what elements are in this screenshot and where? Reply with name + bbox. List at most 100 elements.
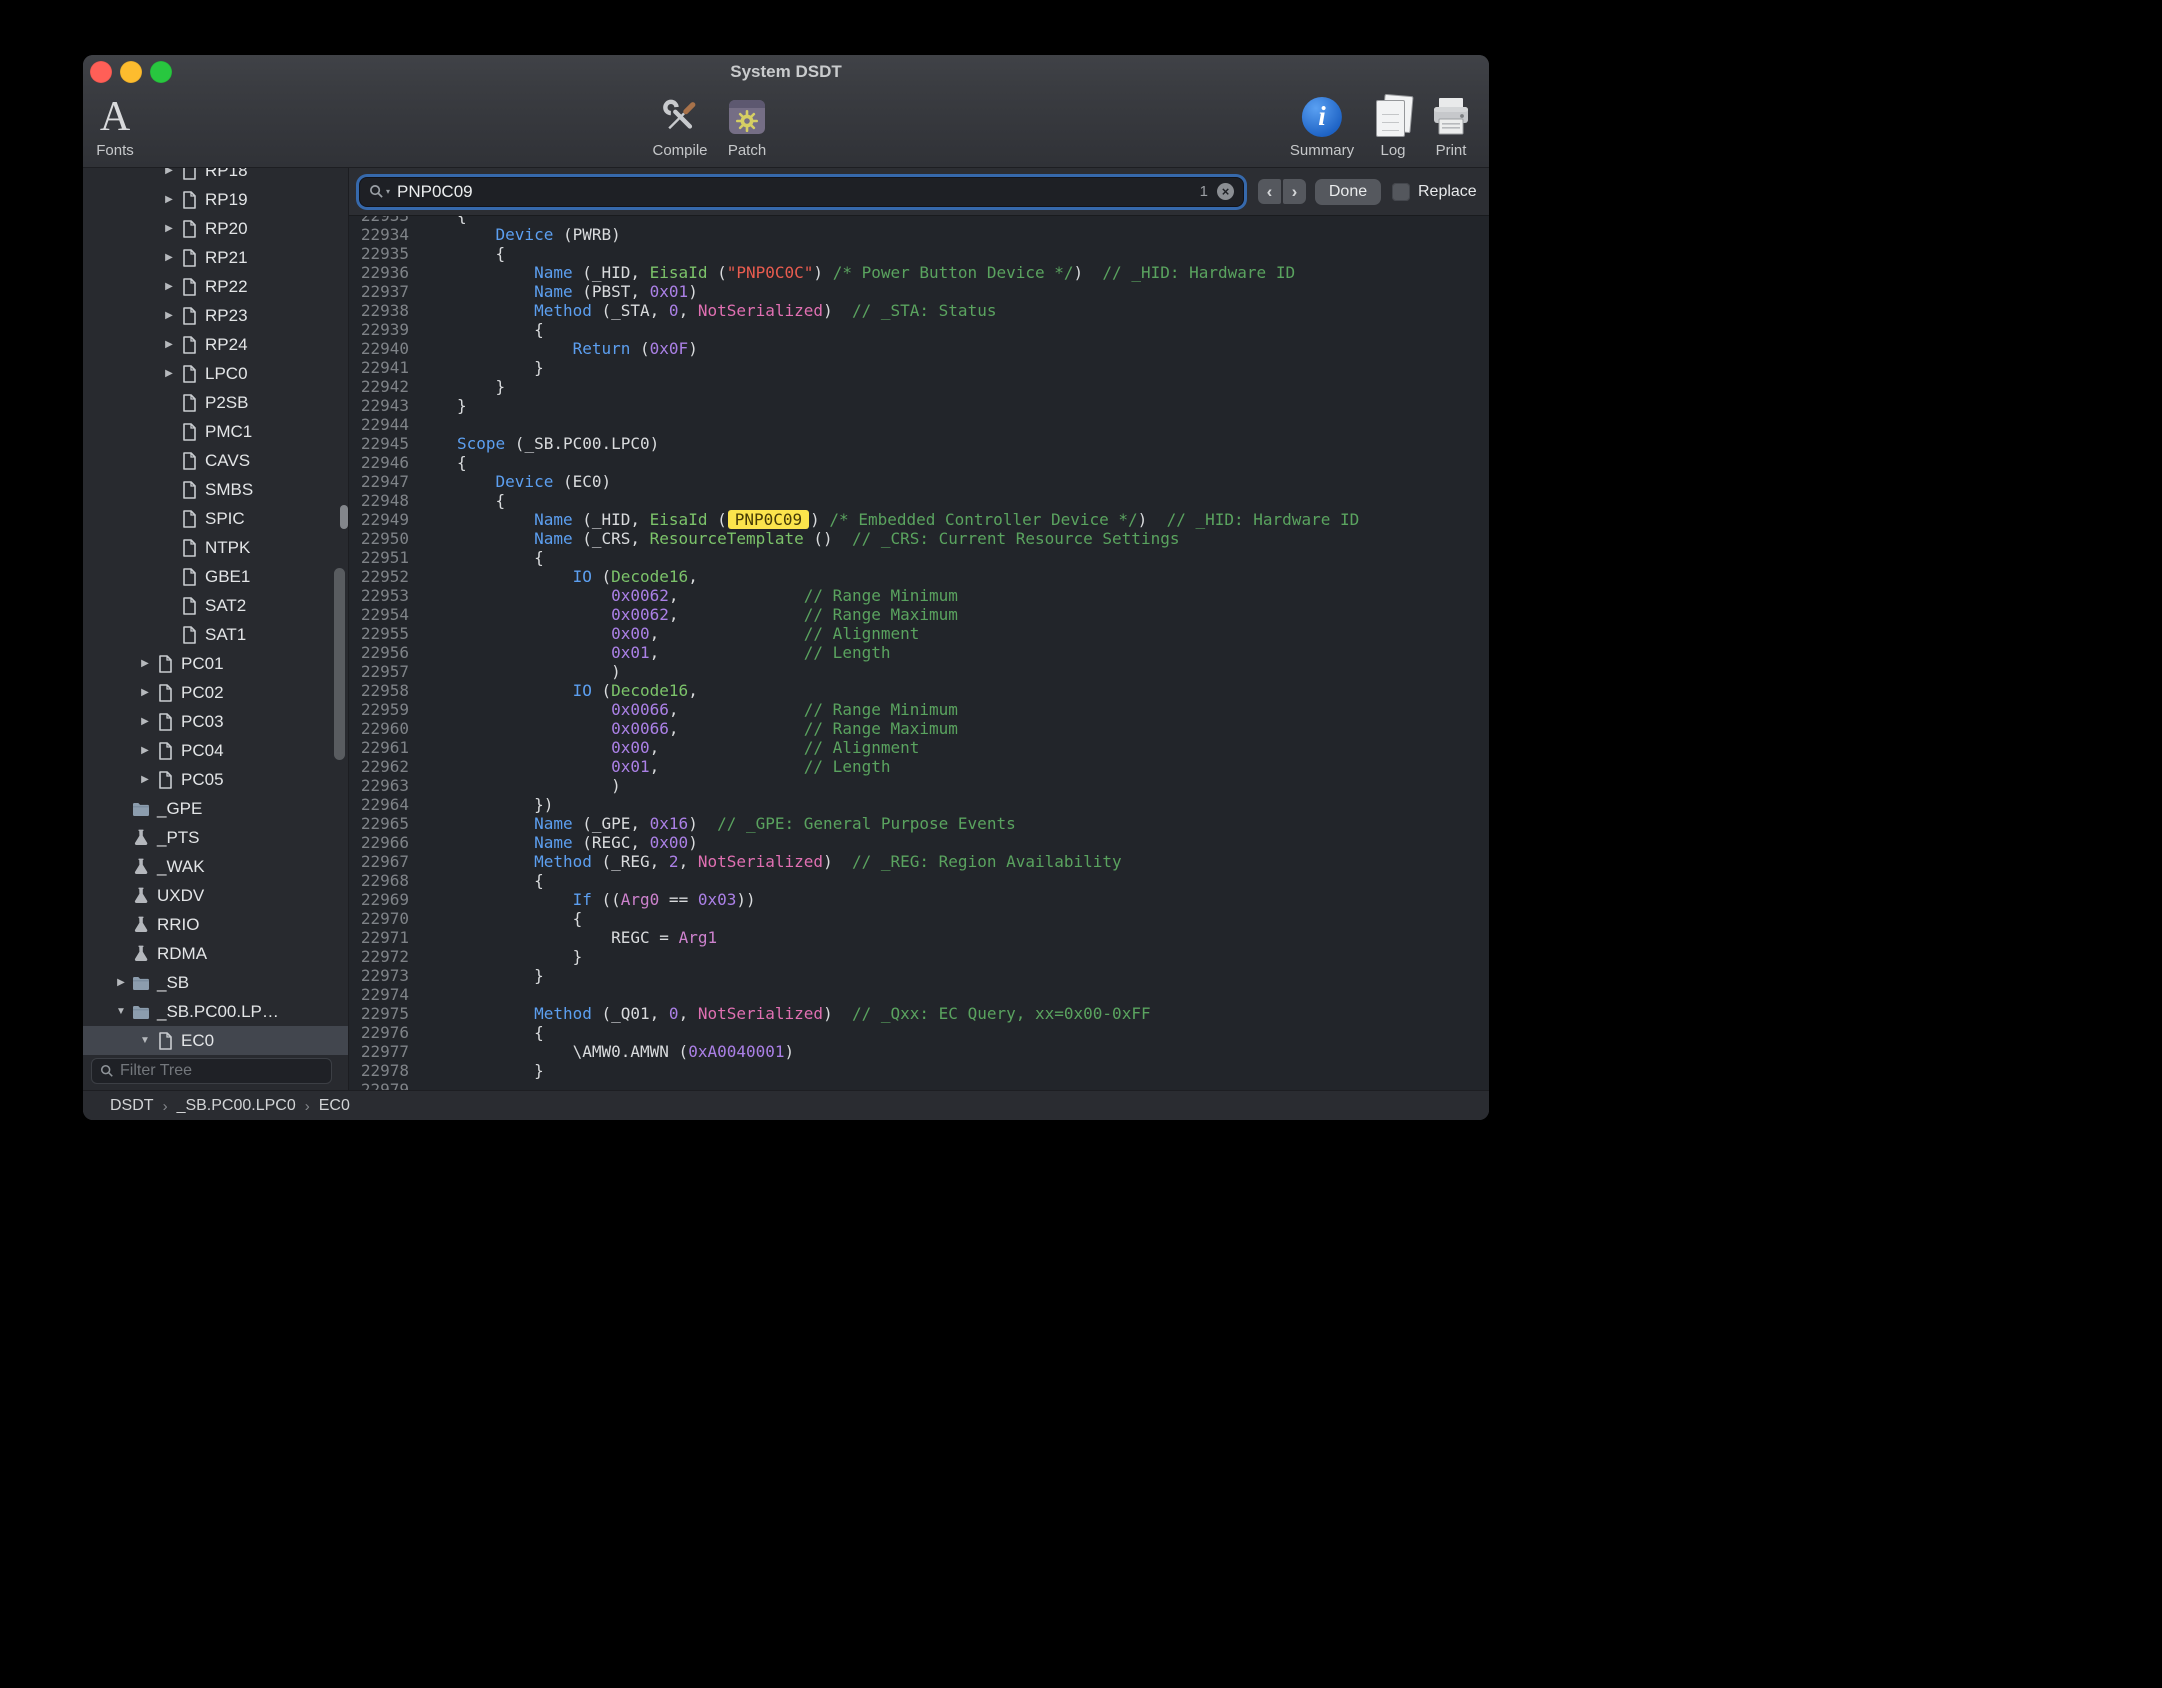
doc-icon [179, 365, 199, 383]
sidebar-item-pts[interactable]: _PTS [83, 823, 348, 852]
sidebar-item-label: P2SB [205, 393, 248, 413]
doc-icon [179, 168, 199, 180]
previous-match-button[interactable]: ‹ [1258, 179, 1281, 204]
doc-icon [155, 713, 175, 731]
code-editor[interactable]: 22933{22934 Device (PWRB)22935 {22936 Na… [349, 215, 1489, 1090]
disclosure-triangle-icon[interactable]: ▶ [137, 716, 153, 727]
sidebar-item-pmc1[interactable]: PMC1 [83, 417, 348, 446]
code-line: 22967 Method (_REG, 2, NotSerialized) //… [349, 852, 1489, 871]
sidebar-item-sb[interactable]: ▶_SB [83, 968, 348, 997]
sidebar-item-label: _PTS [157, 828, 200, 848]
clear-search-icon[interactable]: × [1217, 183, 1234, 200]
line-number: 22970 [349, 909, 409, 928]
sidebar-item-rp22[interactable]: ▶RP22 [83, 272, 348, 301]
next-match-button[interactable]: › [1283, 179, 1306, 204]
breadcrumb-item[interactable]: _SB.PC00.LPC0 [177, 1097, 296, 1115]
sidebar-scrollbar[interactable] [334, 568, 345, 760]
patch-gear-icon [726, 92, 768, 141]
sidebar-item-pc05[interactable]: ▶PC05 [83, 765, 348, 794]
sidebar-item-label: PC02 [181, 683, 224, 703]
line-number: 22964 [349, 795, 409, 814]
disclosure-triangle-icon[interactable]: ▶ [161, 194, 177, 205]
pane-splitter-handle[interactable] [340, 505, 348, 529]
sidebar-item-cavs[interactable]: CAVS [83, 446, 348, 475]
disclosure-triangle-icon[interactable]: ▶ [137, 658, 153, 669]
disclosure-triangle-icon[interactable]: ▼ [113, 1006, 129, 1017]
sidebar-item-uxdv[interactable]: UXDV [83, 881, 348, 910]
summary-tool[interactable]: i Summary [1290, 92, 1354, 159]
sidebar-item-rp24[interactable]: ▶RP24 [83, 330, 348, 359]
compile-tool[interactable]: Compile [652, 92, 707, 159]
disclosure-triangle-icon[interactable]: ▶ [161, 281, 177, 292]
sidebar-item-rrio[interactable]: RRIO [83, 910, 348, 939]
sidebar-item-pc02[interactable]: ▶ PC02 [83, 678, 348, 707]
fonts-label: Fonts [96, 142, 134, 159]
breadcrumb-item[interactable]: EC0 [319, 1097, 350, 1115]
sidebar-item-pc03[interactable]: ▶PC03 [83, 707, 348, 736]
sidebar-item-rp19[interactable]: ▶RP19 [83, 185, 348, 214]
sidebar-item-label: SMBS [205, 480, 253, 500]
disclosure-triangle-icon[interactable]: ▶ [161, 339, 177, 350]
disclosure-triangle-icon[interactable]: ▶ [161, 168, 177, 176]
close-button[interactable] [90, 61, 112, 83]
disclosure-triangle-icon[interactable]: ▶ [161, 368, 177, 379]
sidebar-item-gbe1[interactable]: GBE1 [83, 562, 348, 591]
sidebar-item-p2sb[interactable]: P2SB [83, 388, 348, 417]
disclosure-triangle-icon[interactable]: ▶ [161, 223, 177, 234]
sidebar-item-lpc0[interactable]: ▶LPC0 [83, 359, 348, 388]
code-line: 22946{ [349, 453, 1489, 472]
fonts-tool[interactable]: A Fonts [96, 92, 134, 159]
sidebar-item-wak[interactable]: _WAK [83, 852, 348, 881]
disclosure-triangle-icon[interactable]: ▶ [161, 252, 177, 263]
replace-checkbox[interactable] [1392, 183, 1410, 201]
sidebar-item-rp23[interactable]: ▶RP23 [83, 301, 348, 330]
sidebar-item-sat2[interactable]: SAT2 [83, 591, 348, 620]
sidebar-item-sbpc00lp[interactable]: ▼_SB.PC00.LP… [83, 997, 348, 1026]
code-line: 22952 IO (Decode16, [349, 567, 1489, 586]
code-line: 22948 { [349, 491, 1489, 510]
line-number: 22978 [349, 1061, 409, 1080]
doc-icon [179, 626, 199, 644]
disclosure-triangle-icon[interactable]: ▼ [137, 1035, 153, 1046]
sidebar-item-ec0[interactable]: ▼EC0 [83, 1026, 348, 1055]
disclosure-triangle-icon[interactable]: ▶ [137, 687, 153, 698]
disclosure-triangle-icon[interactable]: ▶ [137, 745, 153, 756]
code-line: 22953 0x0062, // Range Minimum [349, 586, 1489, 605]
line-number: 22968 [349, 871, 409, 890]
line-number: 22974 [349, 985, 409, 1004]
sidebar-item-gpe[interactable]: _GPE [83, 794, 348, 823]
folder-icon [131, 802, 151, 816]
disclosure-triangle-icon[interactable]: ▶ [137, 774, 153, 785]
search-input[interactable]: ▾ PNP0C09 1 × [360, 178, 1243, 206]
filter-tree-input[interactable]: Filter Tree [91, 1058, 332, 1084]
breadcrumb-separator: › [163, 1098, 168, 1115]
disclosure-triangle-icon[interactable]: ▶ [161, 310, 177, 321]
sidebar-item-sat1[interactable]: SAT1 [83, 620, 348, 649]
filter-tree-placeholder: Filter Tree [120, 1062, 192, 1080]
code-line: 22966 Name (REGC, 0x00) [349, 833, 1489, 852]
minimize-button[interactable] [120, 61, 142, 83]
sidebar-item-pc01[interactable]: ▶PC01 [83, 649, 348, 678]
sidebar-item-ntpk[interactable]: NTPK [83, 533, 348, 562]
sidebar-item-rp21[interactable]: ▶RP21 [83, 243, 348, 272]
done-button[interactable]: Done [1315, 179, 1381, 205]
line-number: 22961 [349, 738, 409, 757]
breadcrumb-item[interactable]: DSDT [110, 1097, 154, 1115]
code-line: 22933{ [349, 215, 1489, 225]
patch-tool[interactable]: Patch [726, 92, 768, 159]
sidebar-item-pc04[interactable]: ▶PC04 [83, 736, 348, 765]
zoom-button[interactable] [150, 61, 172, 83]
titlebar[interactable]: System DSDT [83, 55, 1489, 89]
line-number: 22934 [349, 225, 409, 244]
log-tool[interactable]: Log [1372, 92, 1414, 159]
sidebar-item-spic[interactable]: SPIC [83, 504, 348, 533]
line-number: 22947 [349, 472, 409, 491]
sidebar-item-rp20[interactable]: ▶RP20 [83, 214, 348, 243]
sidebar-item-rp18[interactable]: ▶RP18 [83, 168, 348, 185]
search-menu-chevron-icon[interactable]: ▾ [386, 187, 390, 196]
print-tool[interactable]: Print [1429, 92, 1473, 159]
sidebar-item-smbs[interactable]: SMBS [83, 475, 348, 504]
sidebar-item-rdma[interactable]: RDMA [83, 939, 348, 968]
code-line: 22974 [349, 985, 1489, 1004]
disclosure-triangle-icon[interactable]: ▶ [113, 977, 129, 988]
